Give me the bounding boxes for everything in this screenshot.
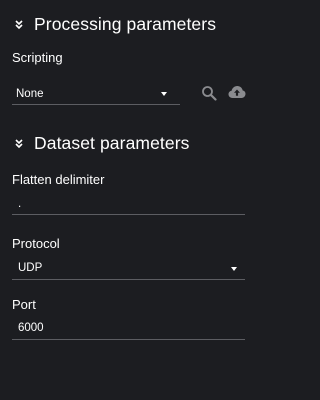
settings-panel: Processing parameters Scripting None Dat… bbox=[0, 0, 267, 400]
port-input[interactable]: 6000 bbox=[12, 319, 245, 340]
chevron-collapse-icon bbox=[15, 138, 23, 148]
dropdown-caret-icon bbox=[161, 92, 167, 96]
dataset-section-title: Dataset parameters bbox=[34, 133, 190, 153]
protocol-select[interactable]: UDP bbox=[12, 259, 245, 280]
processing-section-title: Processing parameters bbox=[34, 14, 217, 34]
chevron-collapse-icon bbox=[15, 19, 23, 29]
protocol-value: UDP bbox=[18, 262, 43, 274]
dataset-section-header[interactable]: Dataset parameters bbox=[14, 133, 189, 154]
scripting-select[interactable]: None bbox=[12, 84, 180, 105]
processing-section-header[interactable]: Processing parameters bbox=[14, 14, 216, 35]
cloud-upload-icon[interactable] bbox=[228, 85, 246, 99]
search-icon[interactable] bbox=[201, 85, 217, 101]
port-label: Port bbox=[12, 297, 36, 312]
dropdown-caret-icon bbox=[231, 267, 237, 271]
flatten-delimiter-input[interactable]: . bbox=[12, 194, 245, 215]
protocol-label: Protocol bbox=[12, 236, 60, 251]
scripting-label: Scripting bbox=[12, 50, 63, 65]
flatten-delimiter-value: . bbox=[18, 198, 22, 210]
flatten-delimiter-label: Flatten delimiter bbox=[12, 172, 105, 187]
port-value: 6000 bbox=[18, 322, 44, 334]
scripting-value: None bbox=[16, 88, 44, 100]
